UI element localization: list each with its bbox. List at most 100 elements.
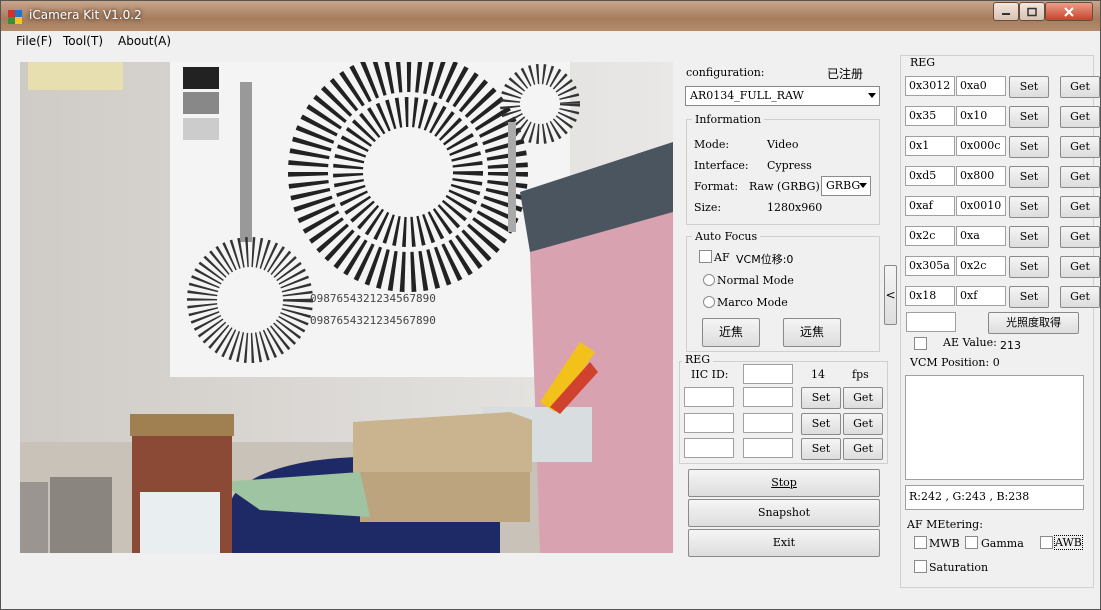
ae-checkbox[interactable] <box>914 337 927 350</box>
reg-get-button[interactable]: Get <box>1060 166 1100 188</box>
format-value: Raw (GRBG) <box>749 180 820 193</box>
menu-bar: File(F) Tool(T) About(A) <box>1 31 1100 51</box>
mwb-label: MWB <box>929 537 960 550</box>
marco-mode-radio[interactable] <box>703 296 715 308</box>
reg-value-input[interactable]: 0x800 <box>956 166 1006 186</box>
vcm-position-label: VCM Position: 0 <box>910 356 1000 369</box>
reg-value-input[interactable]: 0x0010 <box>956 196 1006 216</box>
reg-get-button[interactable]: Get <box>1060 76 1100 98</box>
reg-get-button[interactable]: Get <box>1060 196 1100 218</box>
af-label: AF <box>714 251 730 264</box>
title-bar[interactable]: iCamera Kit V1.0.2 <box>1 1 1100 31</box>
minimize-button[interactable] <box>993 2 1019 21</box>
reg-set-button[interactable]: Set <box>1009 166 1049 188</box>
reg-value-input[interactable]: 0xa0 <box>956 76 1006 96</box>
reg-small-get-button-2[interactable]: Get <box>843 413 883 435</box>
snapshot-button[interactable]: Snapshot <box>688 499 880 527</box>
reg-value-input[interactable]: 0x000c <box>956 136 1006 156</box>
maximize-button[interactable] <box>1019 2 1045 21</box>
reg-set-button[interactable]: Set <box>1009 136 1049 158</box>
menu-tool[interactable]: Tool(T) <box>63 34 103 48</box>
reg-panel-title: REG <box>907 56 939 69</box>
reg-get-button[interactable]: Get <box>1060 286 1100 308</box>
reg-set-button[interactable]: Set <box>1009 76 1049 98</box>
fps-value: 14 <box>811 368 825 381</box>
ae-value-label: AE Value: <box>943 336 997 349</box>
reg-addr-input[interactable]: 0x305a <box>905 256 955 276</box>
near-focus-button[interactable]: 近焦 <box>702 318 760 347</box>
bayer-select-value: GRBG <box>826 179 861 192</box>
reg-addr-input[interactable]: 0x3012 <box>905 76 955 96</box>
size-label: Size: <box>694 201 722 214</box>
get-illuminance-button[interactable]: 光照度取得 <box>988 312 1079 334</box>
reg-get-button[interactable]: Get <box>1060 106 1100 128</box>
svg-text:0987654321234567890: 0987654321234567890 <box>310 292 436 305</box>
reg-addr-input[interactable]: 0x2c <box>905 226 955 246</box>
awb-label: AWB <box>1054 535 1083 550</box>
reg-get-button[interactable]: Get <box>1060 226 1100 248</box>
menu-about[interactable]: About(A) <box>118 34 171 48</box>
reg-set-button[interactable]: Set <box>1009 106 1049 128</box>
camera-frame-image: 0987654321234567890 0987654321234567890 <box>20 62 673 553</box>
reg-value-input[interactable]: 0xa <box>956 226 1006 246</box>
reg-get-button[interactable]: Get <box>1060 136 1100 158</box>
awb-checkbox[interactable] <box>1040 536 1053 549</box>
video-preview: 0987654321234567890 0987654321234567890 <box>20 62 673 553</box>
iic-id-label: IIC ID: <box>691 368 729 381</box>
exit-button[interactable]: Exit <box>688 529 880 557</box>
saturation-label: Saturation <box>929 561 989 574</box>
reg-small-addr-input-1[interactable] <box>684 387 734 407</box>
af-checkbox[interactable] <box>699 250 712 263</box>
interface-label: Interface: <box>694 159 749 172</box>
fps-label: fps <box>852 368 869 381</box>
mwb-checkbox[interactable] <box>914 536 927 549</box>
reg-set-button[interactable]: Set <box>1009 226 1049 248</box>
reg-addr-input[interactable]: 0x1 <box>905 136 955 156</box>
reg-set-button[interactable]: Set <box>1009 196 1049 218</box>
app-window: iCamera Kit V1.0.2 File(F) Tool(T) About… <box>0 0 1101 610</box>
close-icon <box>1064 6 1074 17</box>
minimize-icon <box>1002 12 1010 15</box>
reg-addr-input[interactable]: 0x18 <box>905 286 955 306</box>
reg-set-button[interactable]: Set <box>1009 286 1049 308</box>
reg-set-button[interactable]: Set <box>1009 256 1049 278</box>
reg-small-addr-input-2[interactable] <box>684 413 734 433</box>
reg-small-value-input-1[interactable] <box>743 387 793 407</box>
reg-small-set-button-3[interactable]: Set <box>801 438 841 460</box>
close-button[interactable] <box>1045 2 1093 21</box>
reg-value-input[interactable]: 0xf <box>956 286 1006 306</box>
saturation-checkbox[interactable] <box>914 560 927 573</box>
reg-small-value-input-2[interactable] <box>743 413 793 433</box>
vcm-offset-label: VCM位移:0 <box>736 253 794 266</box>
registered-label: 已注册 <box>827 67 864 81</box>
maximize-icon <box>1027 7 1037 16</box>
gamma-checkbox[interactable] <box>965 536 978 549</box>
reg-small-value-input-3[interactable] <box>743 438 793 458</box>
reg-get-button[interactable]: Get <box>1060 256 1100 278</box>
normal-mode-label: Normal Mode <box>717 274 794 287</box>
reg-small-set-button-1[interactable]: Set <box>801 387 841 409</box>
iic-id-input[interactable] <box>743 364 793 384</box>
app-icon <box>8 10 22 24</box>
window-title: iCamera Kit V1.0.2 <box>29 8 142 22</box>
reg-small-get-button-1[interactable]: Get <box>843 387 883 409</box>
reg-addr-input[interactable]: 0x35 <box>905 106 955 126</box>
chevron-down-icon <box>859 183 867 188</box>
menu-file[interactable]: File(F) <box>16 34 52 48</box>
reg-small-set-button-2[interactable]: Set <box>801 413 841 435</box>
reg-addr-input[interactable]: 0xaf <box>905 196 955 216</box>
normal-mode-radio[interactable] <box>703 274 715 286</box>
reg-small-get-button-3[interactable]: Get <box>843 438 883 460</box>
far-focus-button[interactable]: 远焦 <box>783 318 841 347</box>
reg-small-addr-input-3[interactable] <box>684 438 734 458</box>
config-select[interactable]: AR0134_FULL_RAW <box>685 86 880 106</box>
reg-value-input[interactable]: 0x2c <box>956 256 1006 276</box>
log-textarea[interactable] <box>905 375 1084 480</box>
collapse-panel-button[interactable]: < <box>884 265 897 325</box>
reg-value-input[interactable]: 0x10 <box>956 106 1006 126</box>
stop-button[interactable]: Stop <box>688 469 880 497</box>
bayer-select[interactable]: GRBG <box>821 176 871 196</box>
illum-input[interactable] <box>906 312 956 332</box>
size-value: 1280x960 <box>767 201 823 214</box>
reg-addr-input[interactable]: 0xd5 <box>905 166 955 186</box>
